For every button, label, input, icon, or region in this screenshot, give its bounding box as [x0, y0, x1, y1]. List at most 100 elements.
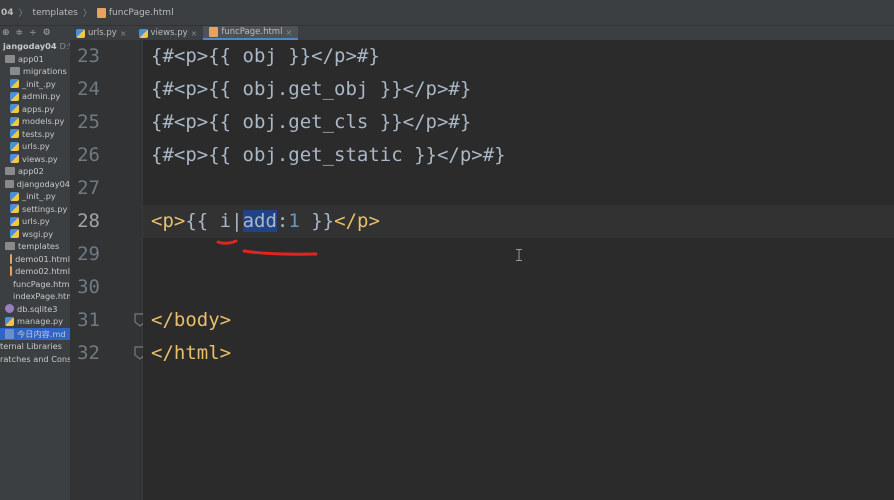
tree-item[interactable]: ratches and Consol — [0, 353, 70, 366]
python-file-icon — [10, 216, 19, 226]
breadcrumb-project[interactable]: 04 — [0, 8, 18, 18]
code-line-23[interactable]: {#<p>{{ obj }}</p>#} — [143, 40, 894, 73]
filter-colon: : — [276, 210, 289, 232]
tree-item-label: models.py — [22, 116, 65, 126]
tab-views-py[interactable]: views.py × — [133, 26, 204, 40]
code-line-28[interactable]: <p>{{ i|add:1 }}</p> — [143, 205, 894, 238]
template-brace: }} — [299, 210, 335, 232]
breadcrumb-folder[interactable]: templates — [29, 8, 82, 18]
tree-item[interactable]: templates — [0, 240, 70, 253]
code-line-27[interactable] — [143, 172, 894, 205]
python-file-icon — [76, 28, 85, 38]
code-line-24[interactable]: {#<p>{{ obj.get_obj }}</p>#} — [143, 73, 894, 106]
tree-item[interactable]: urls.py — [0, 215, 70, 228]
code-line-25[interactable]: {#<p>{{ obj.get_cls }}</p>#} — [143, 106, 894, 139]
tree-item[interactable]: manage.py — [0, 315, 70, 328]
breadcrumb-separator: 〉 — [82, 9, 92, 19]
tree-item[interactable]: jangoday04D:\pyth — [0, 40, 70, 53]
code-line-30[interactable] — [143, 271, 894, 304]
code-line-26[interactable]: {#<p>{{ obj.get_static }}</p>#} — [143, 139, 894, 172]
tree-item[interactable]: apps.py — [0, 103, 70, 116]
tree-item-label: demo02.html — [15, 266, 70, 276]
expand-all-icon[interactable]: ÷ — [29, 28, 37, 38]
code-line-31[interactable]: </body> — [143, 304, 894, 337]
close-icon[interactable]: × — [120, 29, 127, 38]
line-number: 26 — [77, 144, 100, 166]
tree-item[interactable]: wsgi.py — [0, 228, 70, 241]
tree-item-label: app02 — [18, 166, 44, 176]
tree-item[interactable]: djangoday04 — [0, 178, 70, 191]
tree-item[interactable]: indexPage.html — [0, 290, 70, 303]
tree-item-label: _init_.py — [22, 78, 56, 89]
tree-item[interactable]: demo01.html — [0, 253, 70, 266]
tree-item-label: urls.py — [22, 216, 50, 226]
tree-item-label: jangoday04 — [3, 41, 57, 51]
tree-item-label: funcPage.html — [13, 278, 71, 289]
line-number: 27 — [77, 177, 100, 199]
tree-item-label: admin.py — [22, 91, 61, 101]
tab-urls-py[interactable]: urls.py × — [70, 26, 133, 40]
html-file-icon — [96, 7, 106, 18]
selected-filter-name: add — [242, 210, 277, 232]
gear-icon[interactable]: ⚙ — [43, 28, 51, 38]
html-tag: <p> — [151, 210, 186, 232]
python-file-icon — [10, 91, 19, 101]
tree-item[interactable]: urls.py — [0, 140, 70, 153]
html-file-icon — [209, 27, 219, 37]
close-icon[interactable]: × — [191, 29, 198, 38]
tree-item-label: urls.py — [22, 141, 50, 151]
html-tag: </p> — [334, 210, 380, 232]
tree-item[interactable]: demo02.html — [0, 265, 70, 278]
tab-label: views.py — [150, 28, 188, 38]
tree-item-label: app01 — [18, 53, 44, 64]
tree-item[interactable]: _init_.py — [0, 190, 70, 203]
tab-label: urls.py — [88, 28, 117, 38]
folder-icon — [5, 242, 15, 251]
tree-item[interactable]: models.py — [0, 115, 70, 128]
code-editor[interactable]: {#<p>{{ obj }}</p>#} {#<p>{{ obj.get_obj… — [143, 40, 894, 500]
code-line-32[interactable]: </html> — [143, 337, 894, 370]
tree-item[interactable]: db.sqlite3 — [0, 303, 70, 316]
close-icon[interactable]: × — [285, 28, 292, 37]
html-tag: </body> — [151, 309, 232, 331]
tree-item[interactable]: settings.py — [0, 203, 70, 216]
editor-tab-bar: urls.py × views.py × funcPage.html × — [70, 26, 894, 41]
python-file-icon — [10, 79, 19, 89]
tree-item-label: indexPage.html — [13, 291, 71, 301]
folder-icon — [10, 67, 20, 76]
tree-item[interactable]: ternal Libraries — [0, 340, 70, 353]
tree-item[interactable]: _init_.py — [0, 78, 70, 91]
tree-item[interactable]: views.py — [0, 153, 70, 166]
html-tag: </html> — [151, 342, 232, 364]
line-number: 25 — [77, 111, 100, 133]
tree-item[interactable]: 今日内容.md — [0, 327, 70, 340]
collapse-all-icon[interactable]: ≑ — [16, 28, 24, 38]
locate-icon[interactable]: ⊕ — [2, 28, 10, 38]
tree-item[interactable]: tests.py — [0, 128, 70, 141]
folder-icon — [5, 179, 14, 188]
editor-gutter[interactable]: 23 24 25 26 27 28 29 30 31 32 — [70, 40, 143, 500]
tree-item[interactable]: admin.py — [0, 90, 70, 103]
template-brace: {{ — [185, 210, 220, 232]
tree-item-label: ratches and Consol — [0, 353, 71, 364]
python-file-icon — [10, 104, 19, 114]
tree-item-label: tests.py — [22, 128, 55, 139]
tree-item[interactable]: app01 — [0, 53, 70, 66]
folder-icon — [5, 167, 15, 176]
tree-item-label: _init_.py — [22, 191, 56, 201]
tree-item[interactable]: app02 — [0, 165, 70, 178]
python-file-icon — [10, 229, 19, 239]
tree-item[interactable]: funcPage.html — [0, 278, 70, 291]
tree-item[interactable]: migrations — [0, 65, 70, 78]
line-number: 32 — [77, 342, 100, 364]
folder-icon — [5, 54, 15, 63]
breadcrumb-file[interactable]: funcPage.html — [93, 7, 178, 18]
tree-item-label: 今日内容.md — [17, 328, 66, 339]
tab-funcpage-html[interactable]: funcPage.html × — [203, 26, 299, 40]
project-tool-window: ⊕ ≑ ÷ ⚙ jangoday04D:\pythapp01 migrations… — [0, 26, 71, 500]
breadcrumb-file-label: funcPage.html — [108, 7, 174, 18]
tree-item-label: migrations — [23, 66, 67, 76]
python-file-icon — [10, 141, 19, 151]
tree-item-label: views.py — [22, 153, 58, 164]
template-variable: i — [219, 210, 232, 232]
